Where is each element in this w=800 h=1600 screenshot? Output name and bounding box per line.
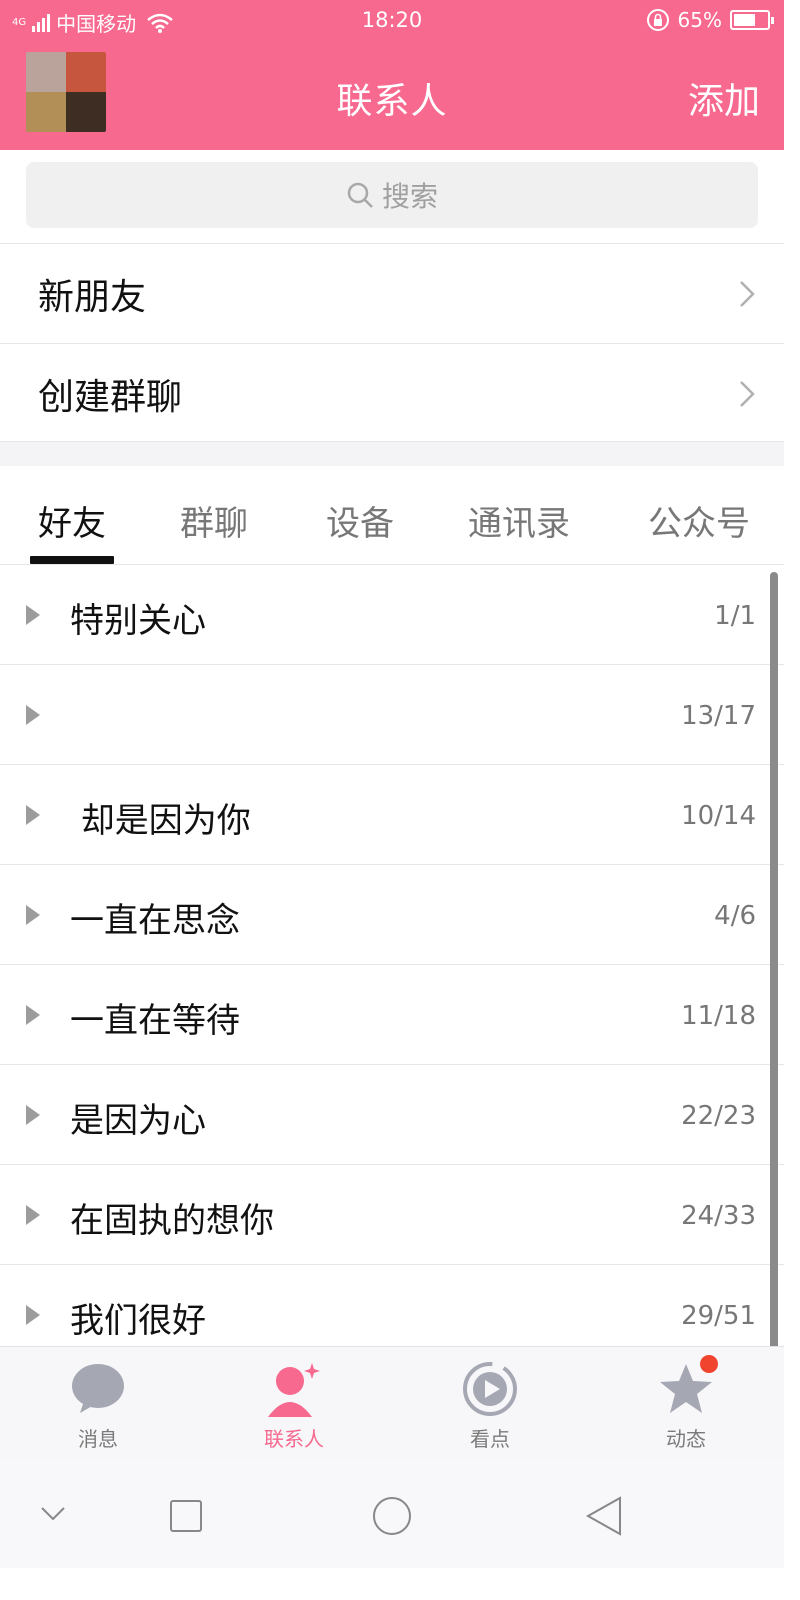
group-count: 1/1 bbox=[714, 601, 756, 631]
expand-arrow-icon bbox=[26, 1205, 40, 1225]
system-nav-bar bbox=[0, 1460, 784, 1568]
search-area: 搜索 bbox=[0, 150, 784, 244]
tab-group-chats[interactable]: 群聊 bbox=[180, 496, 248, 545]
home-icon[interactable] bbox=[372, 1496, 412, 1536]
group-count: 4/6 bbox=[714, 901, 756, 931]
status-right: 65% bbox=[646, 8, 774, 32]
group-name: 却是因为你 bbox=[70, 801, 251, 841]
play-circle-icon bbox=[463, 1362, 517, 1416]
expand-arrow-icon bbox=[26, 1305, 40, 1325]
group-count: 29/51 bbox=[681, 1301, 756, 1331]
scrollbar[interactable] bbox=[770, 572, 778, 1352]
nav-contacts[interactable]: 联系人 bbox=[196, 1347, 392, 1461]
expand-arrow-icon bbox=[26, 905, 40, 925]
expand-arrow-icon bbox=[26, 805, 40, 825]
nav-moments[interactable]: 动态 bbox=[588, 1347, 784, 1461]
nav-messages[interactable]: 消息 bbox=[0, 1347, 196, 1461]
bottom-nav: 消息 联系人 看点 动态 bbox=[0, 1346, 784, 1460]
expand-arrow-icon bbox=[26, 705, 40, 725]
create-group-chat-label: 创建群聊 bbox=[38, 377, 183, 418]
chevron-down-icon[interactable] bbox=[40, 1506, 66, 1522]
group-name: 我们很好 bbox=[70, 1301, 206, 1341]
nav-label: 消息 bbox=[78, 1427, 118, 1451]
chevron-right-icon bbox=[740, 381, 755, 407]
group-name: 一直在思念 bbox=[70, 901, 240, 941]
tab-official-accounts[interactable]: 公众号 bbox=[648, 496, 750, 545]
create-group-chat-row[interactable]: 创建群聊 bbox=[0, 344, 784, 444]
search-icon bbox=[347, 182, 373, 208]
top-header: 4G 中国移动 18:20 65% 联系人 添加 bbox=[0, 0, 784, 150]
friend-group-row[interactable]: 特别关心 1/1 bbox=[0, 565, 784, 665]
rotation-lock-icon bbox=[646, 9, 669, 31]
group-count: 11/18 bbox=[681, 1001, 756, 1031]
section-gap bbox=[0, 442, 784, 466]
nav-label: 动态 bbox=[666, 1427, 706, 1451]
group-name: 是因为心 bbox=[70, 1101, 206, 1141]
expand-arrow-icon bbox=[26, 605, 40, 625]
search-placeholder: 搜索 bbox=[381, 180, 438, 213]
chevron-right-icon bbox=[740, 281, 755, 307]
group-name: 一直在等待 bbox=[70, 1001, 240, 1041]
group-count: 24/33 bbox=[681, 1201, 756, 1231]
nav-label: 联系人 bbox=[264, 1427, 324, 1451]
group-name: 在固执的想你 bbox=[70, 1201, 274, 1241]
page-title: 联系人 bbox=[336, 81, 448, 122]
friend-group-row[interactable]: 是因为心 22/23 bbox=[0, 1065, 784, 1165]
expand-arrow-icon bbox=[26, 1105, 40, 1125]
contact-tabs: 好友 群聊 设备 通讯录 公众号 bbox=[0, 466, 784, 564]
friend-group-row[interactable]: 13/17 bbox=[0, 665, 784, 765]
notification-badge bbox=[700, 1355, 718, 1373]
search-input[interactable]: 搜索 bbox=[26, 162, 758, 228]
new-friends-row[interactable]: 新朋友 bbox=[0, 244, 784, 344]
tab-devices[interactable]: 设备 bbox=[326, 496, 394, 545]
nav-label: 看点 bbox=[470, 1427, 510, 1451]
tab-indicator bbox=[30, 556, 114, 564]
friend-group-row[interactable]: 在固执的想你 24/33 bbox=[0, 1165, 784, 1265]
nav-watch[interactable]: 看点 bbox=[392, 1347, 588, 1461]
battery-icon bbox=[730, 10, 774, 30]
group-count: 10/14 bbox=[681, 801, 756, 831]
friend-group-row[interactable]: 我们很好 29/51 bbox=[0, 1265, 784, 1346]
group-count: 22/23 bbox=[681, 1101, 756, 1131]
recent-apps-icon[interactable] bbox=[170, 1500, 202, 1532]
tab-address-book[interactable]: 通讯录 bbox=[468, 496, 570, 545]
tab-friends[interactable]: 好友 bbox=[38, 496, 106, 545]
back-icon[interactable] bbox=[584, 1496, 624, 1536]
battery-percent: 65% bbox=[677, 8, 722, 32]
group-count: 13/17 bbox=[681, 701, 756, 731]
friend-group-row[interactable]: 却是因为你 10/14 bbox=[0, 765, 784, 865]
expand-arrow-icon bbox=[26, 1005, 40, 1025]
group-name: 特别关心 bbox=[70, 601, 206, 641]
friend-group-row[interactable]: 一直在等待 11/18 bbox=[0, 965, 784, 1065]
contact-person-icon bbox=[268, 1363, 320, 1417]
friend-group-row[interactable]: 一直在思念 4/6 bbox=[0, 865, 784, 965]
new-friends-label: 新朋友 bbox=[38, 277, 147, 318]
chat-bubble-icon bbox=[72, 1364, 124, 1413]
battery-fill bbox=[734, 14, 755, 26]
add-button[interactable]: 添加 bbox=[688, 72, 760, 124]
status-bar: 4G 中国移动 18:20 65% bbox=[0, 0, 784, 40]
